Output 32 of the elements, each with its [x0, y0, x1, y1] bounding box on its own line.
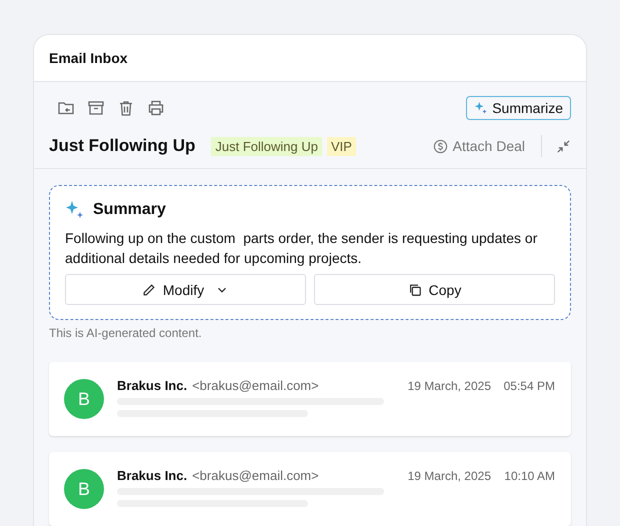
- tag: Just Following Up: [211, 136, 322, 156]
- pencil-icon: [142, 282, 156, 296]
- email-date: 19 March, 2025: [408, 379, 491, 393]
- summary-text: Following up on the custom parts order, the sender is requesting updates or additional details needed for upcoming projects.: [65, 229, 538, 268]
- sender-name: Brakus Inc.: [117, 378, 188, 393]
- sparkle-icon: [474, 101, 488, 115]
- tag: VIP: [327, 136, 356, 156]
- dollar-icon: [432, 138, 448, 154]
- sender-name: Brakus Inc.: [117, 468, 188, 483]
- email-date: 19 March, 2025: [408, 469, 491, 483]
- sparkle-icon: [65, 200, 85, 220]
- copy-icon: [408, 282, 422, 296]
- copy-button[interactable]: Copy: [314, 274, 555, 305]
- avatar: B: [64, 379, 104, 419]
- avatar: B: [64, 469, 104, 509]
- email-time: 10:10 AM: [504, 469, 555, 483]
- summarize-button[interactable]: Summarize: [466, 96, 571, 120]
- email-card[interactable]: B Brakus Inc. <brakus@email.com> 19 March, 2025 10:10 AM: [49, 452, 571, 526]
- sender-email: <brakus@email.com>: [192, 378, 319, 393]
- archive-icon[interactable]: [87, 99, 105, 117]
- window-title: Email Inbox: [49, 50, 128, 66]
- email-time: 05:54 PM: [504, 379, 555, 393]
- trash-icon[interactable]: [117, 99, 135, 117]
- email-subject: Just Following Up: [49, 136, 196, 156]
- ai-disclaimer: This is AI-generated content.: [49, 326, 203, 340]
- modify-button[interactable]: Modify: [65, 274, 306, 305]
- sender-email: <brakus@email.com>: [192, 468, 319, 483]
- collapse-icon[interactable]: [556, 138, 571, 154]
- attach-deal-button[interactable]: Attach Deal: [432, 138, 525, 154]
- printer-icon[interactable]: [147, 99, 165, 117]
- email-card[interactable]: B Brakus Inc. <brakus@email.com> 19 March, 2025 05:54 PM: [49, 362, 571, 436]
- summary-title: Summary: [93, 201, 166, 219]
